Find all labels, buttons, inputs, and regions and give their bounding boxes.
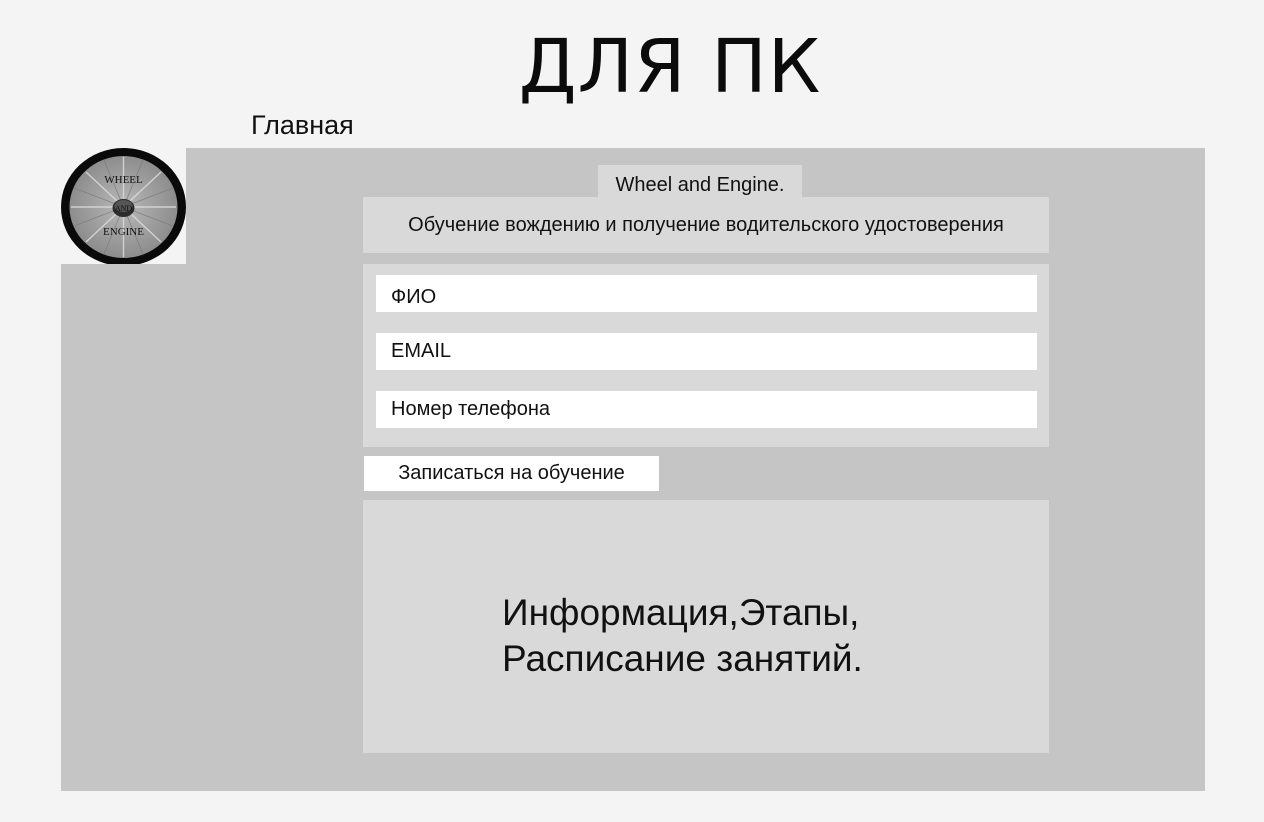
- logo[interactable]: WHEEL AND ENGINE: [61, 148, 186, 264]
- page-title: ДЛЯ ПК: [518, 24, 822, 110]
- info-line-1: Информация,Этапы,: [502, 592, 860, 633]
- full-name-field[interactable]: [376, 275, 1037, 312]
- enroll-button[interactable]: Записаться на обучение: [364, 456, 659, 491]
- page-subtitle: Обучение вождению и получение водительск…: [363, 197, 1049, 253]
- brand-title: Wheel and Engine.: [598, 165, 802, 198]
- info-text: Информация,Этапы, Расписание занятий.: [502, 590, 863, 682]
- info-panel: Информация,Этапы, Расписание занятий.: [363, 500, 1049, 753]
- logo-text-wheel: WHEEL: [104, 174, 143, 186]
- wheel-logo-icon: WHEEL AND ENGINE: [61, 148, 186, 264]
- logo-text-and: AND: [115, 204, 133, 213]
- nav-link-home[interactable]: Главная: [251, 108, 354, 142]
- info-line-2: Расписание занятий.: [502, 638, 863, 679]
- phone-field[interactable]: [376, 391, 1037, 428]
- email-field[interactable]: [376, 333, 1037, 370]
- logo-text-engine: ENGINE: [103, 226, 144, 238]
